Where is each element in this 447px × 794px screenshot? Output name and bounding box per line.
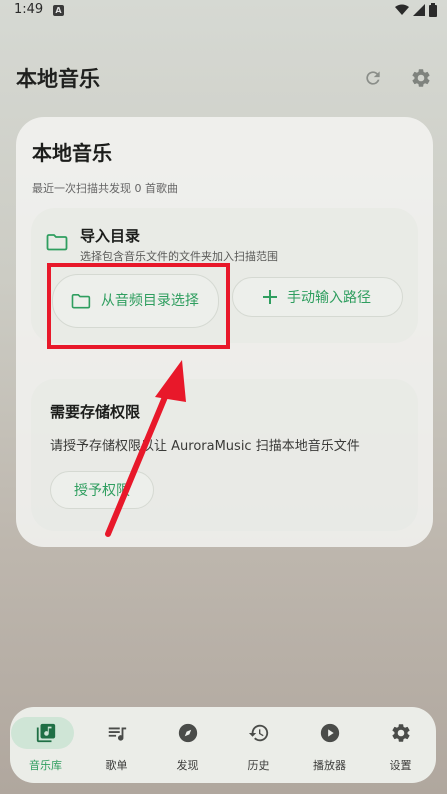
nav-label: 历史 — [247, 759, 270, 772]
nav-discover[interactable]: 发现 — [152, 707, 223, 783]
storage-permission-card: 需要存储权限 请授予存储权限以让 AuroraMusic 扫描本地音乐文件 授予… — [31, 379, 418, 531]
scan-summary: 最近一次扫描共发现 0 首歌曲 — [32, 182, 178, 195]
nav-label: 音乐库 — [29, 759, 62, 772]
gear-icon — [389, 721, 413, 745]
notification-icon: A — [53, 5, 64, 16]
nav-history[interactable]: 历史 — [223, 707, 294, 783]
nav-label: 歌单 — [105, 759, 128, 772]
manual-button-label: 手动输入路径 — [287, 290, 371, 306]
import-title: 导入目录 — [80, 227, 141, 245]
gear-icon — [412, 69, 430, 87]
status-bar: 1:49 A — [0, 0, 447, 22]
battery-icon — [429, 3, 437, 17]
grant-permission-button[interactable]: 授予权限 — [50, 471, 154, 509]
history-icon — [247, 721, 271, 745]
status-time: 1:49 — [14, 2, 44, 17]
nav-playlist[interactable]: 歌单 — [81, 707, 152, 783]
page-title: 本地音乐 — [16, 67, 100, 91]
nav-label: 设置 — [389, 759, 412, 772]
nav-music-library[interactable]: 音乐库 — [10, 707, 81, 783]
import-description: 选择包含音乐文件的文件夹加入扫描范围 — [80, 250, 278, 263]
playlist-icon — [105, 721, 129, 745]
music-library-icon — [34, 721, 58, 745]
refresh-icon — [366, 71, 380, 85]
card-title: 本地音乐 — [32, 141, 112, 165]
nav-player[interactable]: 播放器 — [294, 707, 365, 783]
compass-icon — [176, 721, 200, 745]
annotation-highlight-box — [47, 263, 230, 349]
play-circle-icon — [318, 721, 342, 745]
permission-description: 请授予存储权限以让 AuroraMusic 扫描本地音乐文件 — [50, 439, 360, 454]
signal-icon — [413, 4, 425, 16]
nav-label: 播放器 — [313, 759, 346, 772]
refresh-button[interactable] — [359, 64, 387, 92]
wifi-icon — [395, 4, 409, 15]
app-header: 本地音乐 — [0, 56, 447, 100]
nav-label: 发现 — [176, 759, 199, 772]
nav-settings[interactable]: 设置 — [365, 707, 436, 783]
plus-icon — [263, 290, 277, 304]
permission-title: 需要存储权限 — [50, 403, 141, 421]
status-icons — [395, 3, 437, 17]
folder-icon — [46, 234, 68, 251]
bottom-navigation: 音乐库 歌单 发现 历史 播放器 设置 — [10, 707, 436, 783]
manual-path-input-button[interactable]: 手动输入路径 — [232, 277, 403, 317]
settings-button[interactable] — [407, 64, 435, 92]
